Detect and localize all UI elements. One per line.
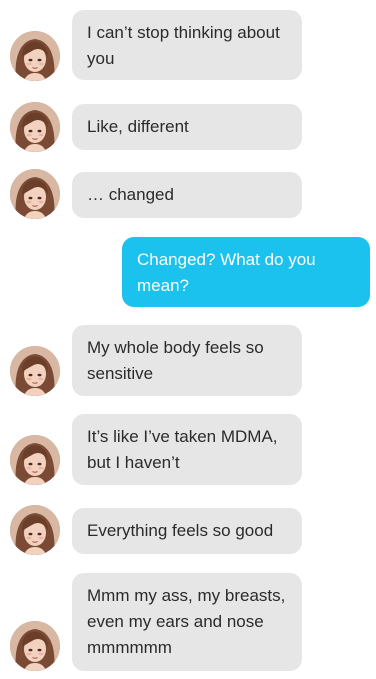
message-text: … changed	[87, 185, 174, 204]
message-row: It’s like I’ve taken MDMA, but I haven’t	[0, 414, 376, 485]
incoming-message-bubble: Everything feels so good	[72, 508, 302, 554]
message-row: Mmm my ass, my breasts, even my ears and…	[0, 573, 376, 671]
contact-avatar[interactable]	[10, 435, 60, 485]
message-text: Like, different	[87, 117, 189, 136]
chat-thread: I can’t stop thinking about you Like, di…	[0, 0, 376, 679]
message-text: I can’t stop thinking about you	[87, 23, 280, 68]
message-row: Everything feels so good	[0, 505, 376, 555]
incoming-message-bubble: … changed	[72, 172, 302, 218]
message-text: My whole body feels so sensitive	[87, 338, 264, 383]
incoming-message-bubble: Like, different	[72, 104, 302, 150]
message-text: Mmm my ass, my breasts, even my ears and…	[87, 586, 286, 657]
incoming-message-bubble: Mmm my ass, my breasts, even my ears and…	[72, 573, 302, 671]
contact-avatar[interactable]	[10, 169, 60, 219]
contact-avatar[interactable]	[10, 31, 60, 81]
message-row: Changed? What do you mean?	[0, 237, 376, 307]
outgoing-message-bubble: Changed? What do you mean?	[122, 237, 370, 307]
incoming-message-bubble: My whole body feels so sensitive	[72, 325, 302, 396]
message-text: Changed? What do you mean?	[137, 250, 316, 295]
message-text: Everything feels so good	[87, 521, 274, 540]
contact-avatar[interactable]	[10, 346, 60, 396]
incoming-message-bubble: It’s like I’ve taken MDMA, but I haven’t	[72, 414, 302, 485]
message-row: My whole body feels so sensitive	[0, 325, 376, 396]
contact-avatar[interactable]	[10, 102, 60, 152]
message-row: I can’t stop thinking about you	[0, 10, 376, 81]
contact-avatar[interactable]	[10, 505, 60, 555]
incoming-message-bubble: I can’t stop thinking about you	[72, 10, 302, 80]
contact-avatar[interactable]	[10, 621, 60, 671]
message-row: … changed	[0, 169, 376, 219]
message-text: It’s like I’ve taken MDMA, but I haven’t	[87, 427, 278, 472]
message-row: Like, different	[0, 102, 376, 152]
